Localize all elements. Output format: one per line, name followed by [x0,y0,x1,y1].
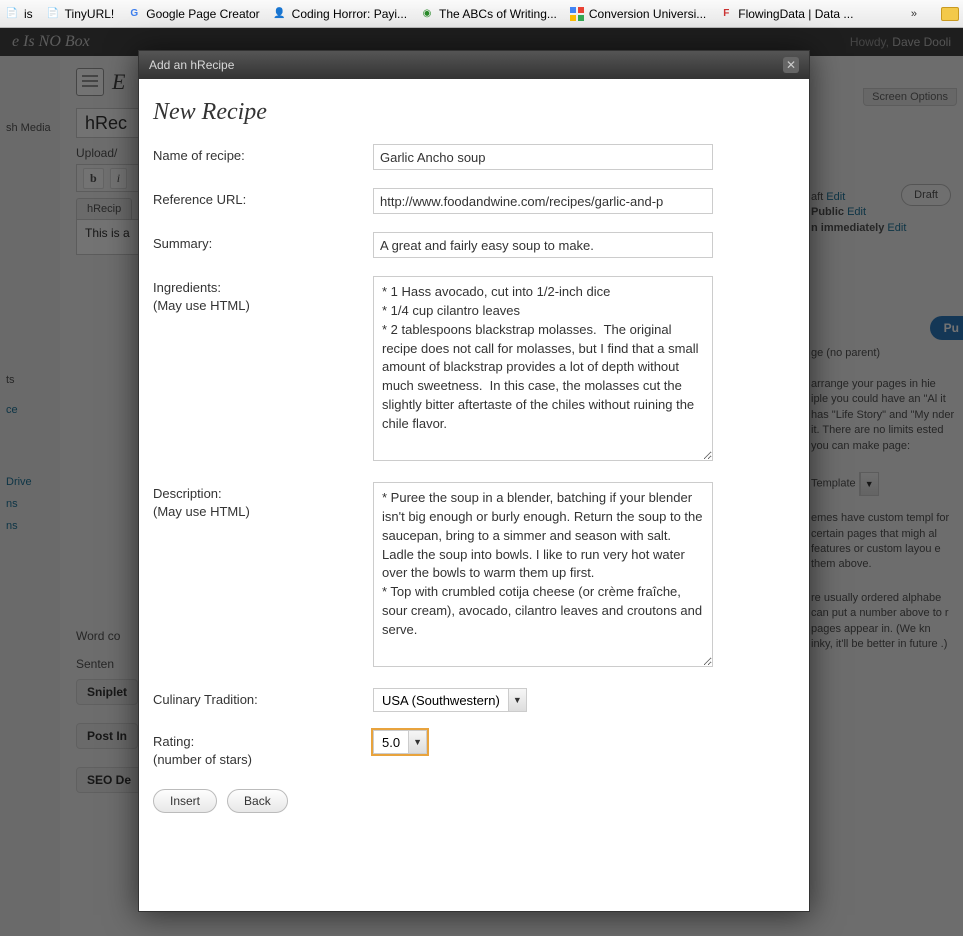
culinary-tradition-select[interactable]: USA (Southwestern) ▼ [373,688,527,712]
seo-box[interactable]: SEO De [76,767,142,793]
page-icon: 📄 [4,6,20,22]
sidebar-item[interactable]: ns [6,498,54,510]
reference-url-input[interactable] [373,188,713,214]
bookmark-label: is [24,7,33,21]
edit-link[interactable]: Edit [847,206,866,218]
rating-label: Rating: (number of stars) [153,730,373,769]
postinfo-box[interactable]: Post In [76,723,138,749]
site-title: e Is NO Box [12,33,90,51]
tab-hrecipe[interactable]: hRecip [76,198,132,219]
howdy-text: Howdy, Dave Dooli [850,35,951,49]
codinghorror-icon: 👤 [272,6,288,22]
google-icon: G [126,6,142,22]
name-label: Name of recipe: [153,144,373,165]
save-draft-button[interactable]: Draft [901,184,951,206]
modal-heading: New Recipe [153,99,791,126]
ingredients-label: Ingredients: (May use HTML) [153,276,373,315]
bookmark-item[interactable]: G Google Page Creator [126,6,259,22]
bookmark-label: FlowingData | Data ... [738,7,853,21]
page-icon: 📄 [45,6,61,22]
admin-sidebar: sh Media ts ce Drive ns ns [0,56,60,936]
bookmark-item[interactable]: Conversion Universi... [569,6,706,22]
bookmark-item[interactable]: ◉ The ABCs of Writing... [419,6,557,22]
ingredients-textarea[interactable] [373,276,713,461]
modal-body: New Recipe Name of recipe: Reference URL… [139,79,809,911]
edit-link[interactable]: Edit [887,222,906,234]
screen-options-tab[interactable]: Screen Options [863,88,957,106]
bookmark-label: Conversion Universi... [589,7,706,21]
summary-input[interactable] [373,232,713,258]
close-icon[interactable]: ✕ [783,57,799,73]
summary-label: Summary: [153,232,373,253]
sidebar-item[interactable]: ce [6,404,54,416]
italic-button[interactable]: i [110,168,127,189]
sidebar-item[interactable]: ts [6,374,54,386]
description-label: Description: (May use HTML) [153,482,373,521]
hrecipe-modal: Add an hRecipe ✕ New Recipe Name of reci… [138,50,810,912]
edit-link[interactable]: Edit [826,191,845,203]
rating-select[interactable]: 5.0 ▼ [373,730,427,754]
bookmark-folder-icon[interactable] [941,7,959,21]
insert-button[interactable]: Insert [153,789,217,813]
sidebar-item[interactable]: sh Media [6,122,54,134]
template-select[interactable]: ▼ [859,472,879,496]
back-button[interactable]: Back [227,789,288,813]
sidebar-item[interactable]: Drive [6,476,54,488]
bookmark-label: TinyURL! [65,7,115,21]
bookmarks-bar: 📄 is 📄 TinyURL! G Google Page Creator 👤 … [0,0,963,28]
bookmark-item[interactable]: F FlowingData | Data ... [718,6,853,22]
modal-header: Add an hRecipe ✕ [139,51,809,79]
bold-button[interactable]: b [83,168,104,189]
google-color-icon [569,6,585,22]
reference-url-label: Reference URL: [153,188,373,209]
bookmark-item[interactable]: 👤 Coding Horror: Payi... [272,6,407,22]
user-link[interactable]: Dave Dooli [892,35,951,49]
sidebar-item[interactable]: ns [6,520,54,532]
recipe-name-input[interactable] [373,144,713,170]
flowingdata-icon: F [718,6,734,22]
page-icon [76,68,104,96]
bookmark-label: Coding Horror: Payi... [292,7,407,21]
bookmark-label: Google Page Creator [146,7,259,21]
bookmark-item[interactable]: 📄 is [4,6,33,22]
chevron-down-icon: ▼ [408,731,426,753]
description-textarea[interactable] [373,482,713,667]
bookmark-overflow-button[interactable]: » [905,8,923,20]
sniplets-box[interactable]: Sniplet [76,679,138,705]
modal-title-text: Add an hRecipe [149,58,234,72]
publish-button[interactable]: Pu [930,316,963,340]
culinary-tradition-label: Culinary Tradition: [153,688,373,709]
bookmark-item[interactable]: 📄 TinyURL! [45,6,115,22]
bookmark-label: The ABCs of Writing... [439,7,557,21]
admin-right-col: Draft Pr aft Edit Public Edit n immediat… [803,56,963,936]
globe-icon: ◉ [419,6,435,22]
chevron-down-icon: ▼ [508,689,526,711]
